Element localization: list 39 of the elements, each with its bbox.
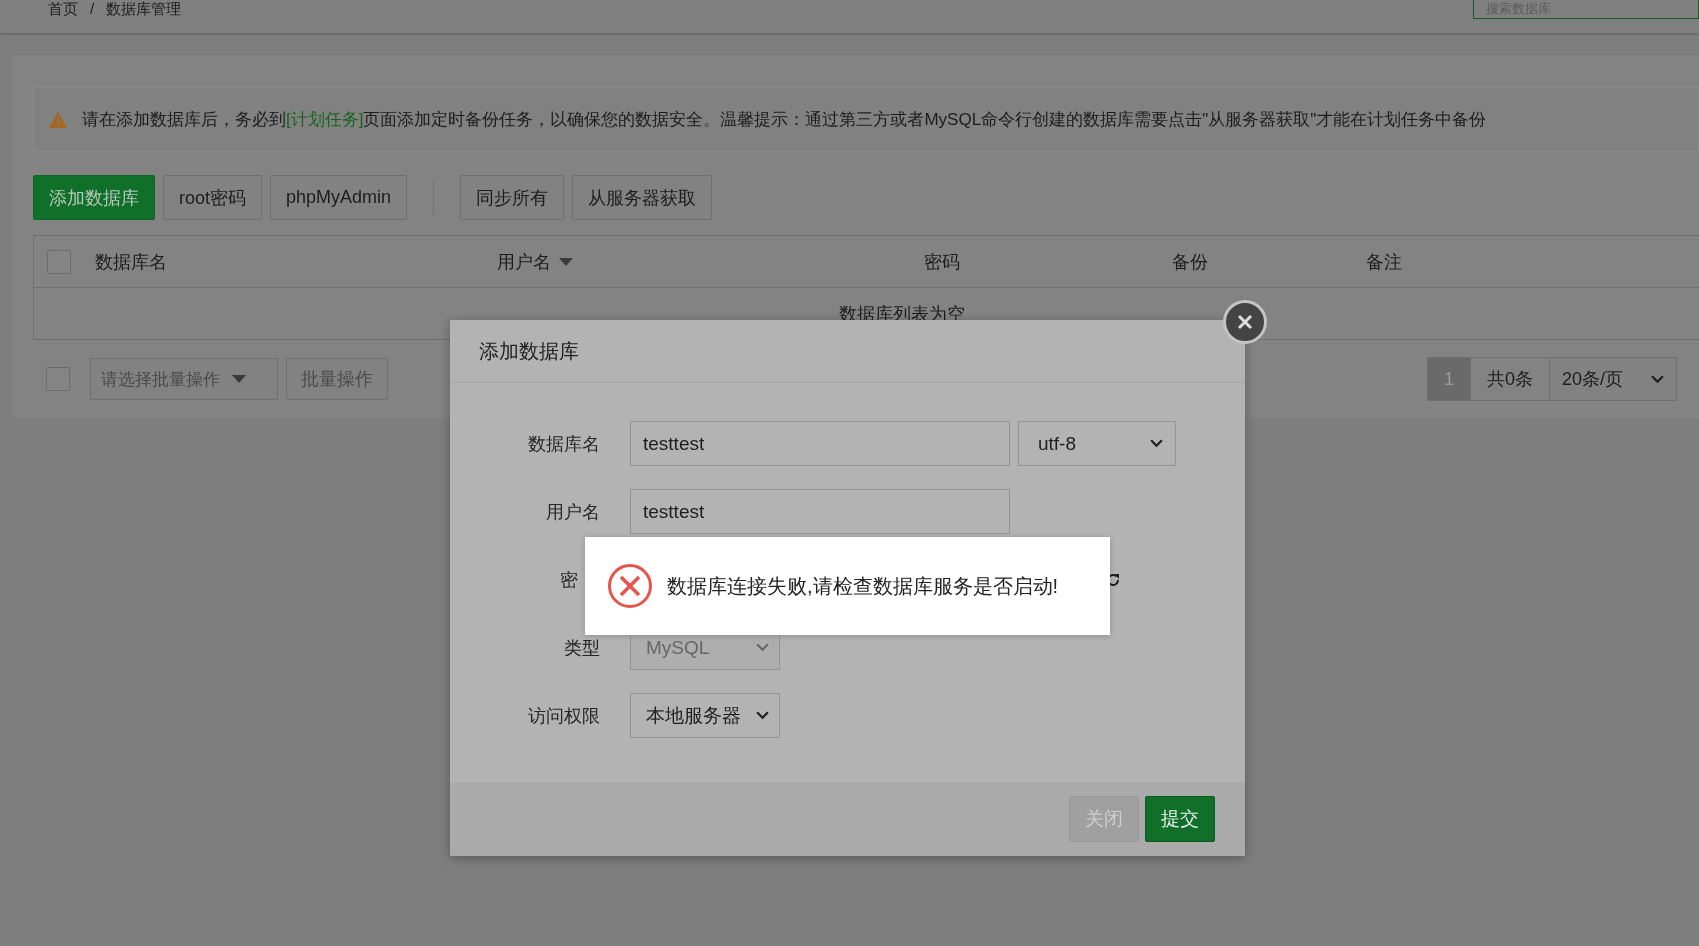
field-label: 用户名	[545, 500, 601, 524]
alert-text: 请在添加数据库后，务必到[计划任务]页面添加定时备份任务，以确保您的数据安全。温馨提示：通过第三方或者MySQL命令行创建的数据库需要点击"从服务器获取"才能在计划任务中备份	[82, 109, 1487, 131]
column-header: 用户名	[497, 250, 551, 274]
chevron-down-icon	[1651, 374, 1664, 384]
toolbar-button[interactable]: root密码	[163, 175, 263, 220]
caret-icon	[232, 375, 246, 383]
toolbar-button[interactable]: 从服务器获取	[572, 175, 713, 220]
toolbar-button[interactable]: phpMyAdmin	[270, 175, 408, 220]
chevron-down-icon	[756, 643, 769, 652]
column-header: 备注	[1366, 250, 1402, 274]
breadcrumb-item[interactable]: 数据库管理	[106, 0, 182, 18]
batch-button[interactable]: 批量操作	[286, 358, 388, 400]
chevron-down-icon	[756, 711, 769, 720]
dropdown-select[interactable]: 本地服务器	[630, 693, 780, 738]
field-label: 密	[559, 568, 579, 592]
column-header: 数据库名	[95, 250, 167, 274]
dialog-title: 添加数据库	[479, 338, 579, 364]
error-icon	[607, 563, 653, 609]
field-label: 数据库名	[527, 432, 601, 456]
breadcrumb-separator: /	[90, 0, 95, 18]
charset-select[interactable]: utf-8	[1018, 421, 1176, 466]
error-message: 数据库连接失败,请检查数据库服务是否启动!	[667, 573, 1059, 599]
field-label: 访问权限	[527, 704, 601, 728]
column-header: 密码	[924, 250, 960, 274]
toolbar-button[interactable]: 添加数据库	[33, 175, 155, 220]
field-label: 类型	[563, 636, 601, 660]
dialog-button[interactable]: 提交	[1145, 796, 1215, 842]
breadcrumb-item[interactable]: 首页	[48, 0, 78, 18]
total-count: 共0条	[1469, 358, 1549, 400]
input-field[interactable]: testtest	[630, 421, 1010, 466]
sort-caret-icon[interactable]	[559, 257, 573, 266]
column-header: 备份	[1172, 250, 1208, 274]
checkbox[interactable]	[47, 249, 71, 274]
toolbar-button[interactable]: 同步所有	[460, 175, 565, 220]
chevron-down-icon	[1150, 439, 1163, 448]
close-icon	[1237, 314, 1253, 330]
warning-icon	[48, 110, 68, 129]
checkbox[interactable]	[46, 367, 70, 391]
input-field[interactable]: testtest	[630, 489, 1010, 534]
